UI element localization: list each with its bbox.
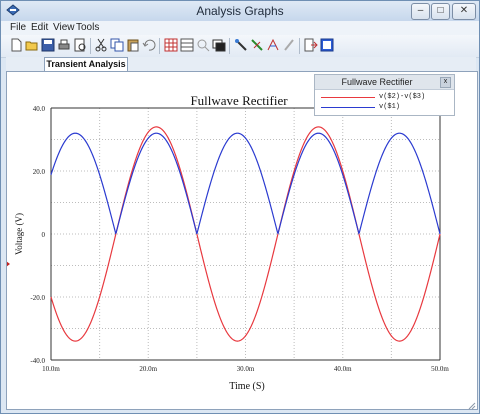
- legend-panel[interactable]: Fullwave Rectifier x v($2)-v($3) v($1): [314, 74, 455, 116]
- export-icon[interactable]: [304, 38, 318, 52]
- grid-icon[interactable]: [164, 38, 178, 52]
- measure-icon[interactable]: [266, 38, 280, 52]
- x-tick-label: 40.0m: [334, 365, 352, 373]
- paste-icon[interactable]: [126, 38, 140, 52]
- menu-tools[interactable]: Tools: [76, 22, 99, 33]
- y-tick-label: -20.0: [30, 294, 45, 302]
- print-preview-icon[interactable]: [73, 38, 87, 52]
- y-tick-label: 40.0: [33, 105, 46, 113]
- zoom-icon[interactable]: [196, 38, 210, 52]
- legend-item-label: v($2)-v($3): [379, 93, 426, 101]
- x-tick-label: 30.0m: [237, 365, 255, 373]
- toolbar-separator: [229, 38, 230, 54]
- x-axis-label: Time (S): [229, 381, 264, 392]
- title-bar[interactable]: Analysis Graphs – □ ✕: [1, 1, 479, 21]
- chart-title: Fullwave Rectifier: [190, 93, 288, 108]
- legend-swatch-red: [321, 97, 375, 98]
- legend-item: v($1): [321, 102, 451, 112]
- toolbar: [1, 35, 479, 58]
- cursor-icon[interactable]: [250, 38, 264, 52]
- menu-file[interactable]: File: [10, 22, 26, 33]
- y-axis-marker-icon: [7, 261, 10, 267]
- close-icon: ✕: [459, 5, 469, 16]
- analysis-graphs-window: Analysis Graphs – □ ✕ File Edit View Too…: [0, 0, 480, 414]
- legend-item: v($2)-v($3): [321, 92, 451, 102]
- probe-icon[interactable]: [234, 38, 248, 52]
- y-tick-label: 20.0: [33, 168, 46, 176]
- marker-icon[interactable]: [282, 38, 296, 52]
- legend-close-button[interactable]: x: [440, 77, 451, 88]
- toolbar-separator: [299, 38, 300, 54]
- legend-title: Fullwave Rectifier: [341, 77, 413, 87]
- window-title: Analysis Graphs: [196, 4, 284, 18]
- chart-svg: 10.0m 20.0m 30.0m 40.0m 50.0m 40.0 20.0 0 -20.0 -…: [7, 93, 449, 392]
- x-tick-label: 50.0m: [431, 365, 449, 373]
- plot-area: 10.0m 20.0m 30.0m 40.0m 50.0m 40.0 20.0 0 -20.0 -…: [6, 71, 478, 410]
- legend-swatch-blue: [321, 107, 375, 108]
- tab-transient-analysis[interactable]: Transient Analysis: [44, 57, 128, 72]
- copy-icon[interactable]: [110, 38, 124, 52]
- cut-icon[interactable]: [94, 38, 108, 52]
- open-folder-icon[interactable]: [25, 38, 39, 52]
- y-tick-label: -40.0: [30, 357, 45, 365]
- x-tick-label: 10.0m: [42, 365, 60, 373]
- menu-edit[interactable]: Edit: [31, 22, 48, 33]
- toolbar-separator: [159, 38, 160, 54]
- legend-header[interactable]: Fullwave Rectifier x: [315, 75, 454, 90]
- minimize-button[interactable]: –: [411, 3, 430, 20]
- tab-strip: Transient Analysis: [6, 57, 476, 72]
- y-axis-label: Voltage (V): [14, 213, 24, 255]
- save-icon[interactable]: [41, 38, 55, 52]
- maximize-button[interactable]: □: [431, 3, 450, 20]
- window-icon[interactable]: [212, 38, 226, 52]
- undo-icon[interactable]: [142, 38, 156, 52]
- menu-bar: File Edit View Tools: [1, 21, 479, 35]
- toolbar-separator: [90, 38, 91, 54]
- new-file-icon[interactable]: [9, 38, 23, 52]
- minimize-icon: –: [417, 5, 424, 16]
- menu-view[interactable]: View: [53, 22, 75, 33]
- x-tick-label: 20.0m: [139, 365, 157, 373]
- print-icon[interactable]: [57, 38, 71, 52]
- table-icon[interactable]: [180, 38, 194, 52]
- legend-item-label: v($1): [379, 103, 401, 111]
- resize-grip-icon[interactable]: [468, 402, 476, 410]
- chart-grid: [50, 107, 441, 361]
- y-tick-label: 0: [42, 231, 46, 239]
- maximize-icon: □: [437, 5, 444, 16]
- close-button[interactable]: ✕: [452, 3, 476, 20]
- report-icon[interactable]: [320, 38, 334, 52]
